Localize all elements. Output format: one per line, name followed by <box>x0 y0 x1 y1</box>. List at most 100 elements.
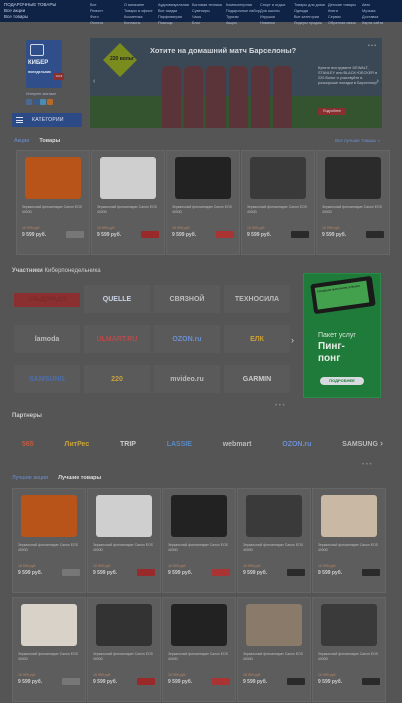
brand-logo[interactable]: ULMART.RU <box>84 325 150 353</box>
site-logo[interactable]: КИБЕР понедельник 2018 <box>26 40 64 88</box>
all-best-products-link[interactable]: Все лучшие товары » <box>335 138 380 143</box>
top-menu: Все О магазине Аудиовизуальная Бытовая техн… <box>90 2 400 26</box>
product-image[interactable] <box>21 604 77 646</box>
product-name[interactable]: Зеркальный фотоаппарат Canon EOS 4000D <box>318 543 382 552</box>
banner-more-button[interactable]: Подробнее <box>318 108 346 115</box>
partners-pagination[interactable]: • • • <box>362 462 372 468</box>
banner-dots[interactable]: • • • <box>368 43 376 49</box>
product-card[interactable]: Зеркальный фотоаппарат Canon EOS 4000D 16… <box>12 488 86 593</box>
product-name[interactable]: Зеркальный фотоаппарат Canon EOS 4000D <box>93 652 157 661</box>
brand-logo[interactable]: ТЕХНОСИЛА <box>224 285 290 313</box>
product-image[interactable] <box>96 604 152 646</box>
product-card[interactable]: Зеркальный фотоаппарат Canon EOS 4000D 16… <box>312 597 386 702</box>
top-menu-item[interactable]: Оплата <box>90 20 124 26</box>
tab-best-promotions[interactable]: Лучшие акции <box>12 475 48 481</box>
top-menu-item[interactable]: Помощь <box>158 20 192 26</box>
chevron-right-icon[interactable]: › <box>377 78 379 85</box>
product-card[interactable]: Зеркальный фотоаппарат Canon EOS 4000D 16… <box>312 488 386 593</box>
product-image[interactable] <box>246 495 302 537</box>
product-name[interactable]: Зеркальный фотоаппарат Canon EOS 4000D <box>243 543 307 552</box>
product-image[interactable] <box>321 604 377 646</box>
chevron-right-icon[interactable]: › <box>380 438 383 448</box>
product-image[interactable] <box>171 495 227 537</box>
product-old-price: 16 999 руб. <box>18 564 37 568</box>
product-name[interactable]: Зеркальный фотоаппарат Canon EOS 4000D <box>93 543 157 552</box>
brand-logo[interactable]: lamoda <box>14 325 80 353</box>
product-card[interactable]: Зеркальный фотоаппарат Canon EOS 4000D 16… <box>237 488 311 593</box>
product-image[interactable] <box>96 495 152 537</box>
product-image[interactable] <box>171 604 227 646</box>
product-name[interactable]: Зеркальный фотоаппарат Canon EOS 4000D <box>243 652 307 661</box>
promo-banner[interactable]: 220 вольт Хотите на домашний матч Барсел… <box>90 38 382 128</box>
product-image[interactable] <box>321 495 377 537</box>
brand-logo[interactable]: ЕЛК <box>224 325 290 353</box>
brand-logo[interactable]: СВЯЗНОЙ <box>154 285 220 313</box>
product-name[interactable]: Зеркальный фотоаппарат Canon EOS 4000D <box>18 652 82 661</box>
product-image[interactable] <box>246 604 302 646</box>
product-card[interactable]: Зеркальный фотоаппарат Canon EOS 4000D 16… <box>87 488 161 593</box>
partner-logo[interactable]: SAMSUNG <box>342 441 378 448</box>
brand-logo[interactable]: ЭЛЬДОРАДО <box>14 293 80 307</box>
twitter-icon[interactable] <box>40 99 46 105</box>
partner-logo[interactable]: OZON.ru <box>282 441 311 448</box>
product-card[interactable]: Зеркальный фотоаппарат Canon EOS 4000D 16… <box>12 597 86 702</box>
product-name[interactable]: Зеркальный фотоаппарат Canon EOS 4000D <box>322 205 386 214</box>
product-card[interactable]: Зеркальный фотоаппарат Canon EOS 4000D 16… <box>87 597 161 702</box>
product-name[interactable]: Зеркальный фотоаппарат Canon EOS 4000D <box>18 543 82 552</box>
ok-icon[interactable] <box>47 99 53 105</box>
product-card[interactable]: Зеркальный фотоаппарат Canon EOS 4000D 16… <box>237 597 311 702</box>
product-name[interactable]: Зеркальный фотоаппарат Canon EOS 4000D <box>168 652 232 661</box>
chevron-right-icon[interactable]: › <box>291 335 294 345</box>
top-menu-item[interactable]: Новинки <box>260 20 294 26</box>
partner-logo[interactable]: 565 <box>22 441 34 448</box>
ping-pong-ad[interactable]: Операция выполнена успешно Пакет услуг П… <box>303 273 381 398</box>
vk-icon[interactable] <box>26 99 32 105</box>
brand-logo[interactable]: 220 <box>84 365 150 393</box>
top-menu-item[interactable]: Лидеры продаж <box>294 20 328 26</box>
product-price: 9 599 руб. <box>97 232 122 238</box>
brand-logo[interactable]: GARMIN <box>224 365 290 393</box>
top-menu-item[interactable]: Контакты <box>124 20 158 26</box>
product-image[interactable] <box>25 157 81 199</box>
partner-logo[interactable]: LASSIE <box>167 441 192 448</box>
top-menu-item[interactable]: Обратная связь <box>328 20 362 26</box>
product-card[interactable]: Зеркальный фотоаппарат Canon EOS 4000D 16… <box>166 150 240 255</box>
partner-logo[interactable]: ЛитРес <box>64 441 89 448</box>
product-image[interactable] <box>100 157 156 199</box>
product-card[interactable]: Зеркальный фотоаппарат Canon EOS 4000D 16… <box>316 150 390 255</box>
brand-logo[interactable]: SAMSUNG <box>14 365 80 393</box>
product-card[interactable]: Зеркальный фотоаппарат Canon EOS 4000D 16… <box>91 150 165 255</box>
product-image[interactable] <box>250 157 306 199</box>
partner-logo[interactable]: TRIP <box>120 441 136 448</box>
product-name[interactable]: Зеркальный фотоаппарат Canon EOS 4000D <box>172 205 236 214</box>
top-menu-item[interactable]: Акции <box>226 20 260 26</box>
brands-pagination[interactable]: • • • <box>275 403 285 409</box>
product-card[interactable]: Зеркальный фотоаппарат Canon EOS 4000D 16… <box>16 150 90 255</box>
chevron-left-icon[interactable]: ‹ <box>93 78 95 85</box>
product-name[interactable]: Зеркальный фотоаппарат Canon EOS 4000D <box>22 205 86 214</box>
brand-logo[interactable]: OZON.ru <box>154 325 220 353</box>
product-name[interactable]: Зеркальный фотоаппарат Canon EOS 4000D <box>318 652 382 661</box>
product-card[interactable]: Зеркальный фотоаппарат Canon EOS 4000D 16… <box>241 150 315 255</box>
ad-more-button[interactable]: ПОДРОБНЕЕ <box>320 377 364 385</box>
brand-logo[interactable]: QUELLE <box>84 285 150 313</box>
tab-products[interactable]: Товары <box>39 138 60 144</box>
discount-badge <box>287 569 305 576</box>
facebook-icon[interactable] <box>33 99 39 105</box>
all-products-link[interactable]: Все товары <box>4 14 60 20</box>
product-name[interactable]: Зеркальный фотоаппарат Canon EOS 4000D <box>247 205 311 214</box>
categories-button[interactable]: КАТЕГОРИИ <box>12 113 82 127</box>
product-image[interactable] <box>21 495 77 537</box>
tab-promotions[interactable]: Акции <box>14 138 29 144</box>
partner-logo[interactable]: webmart <box>223 441 252 448</box>
product-card[interactable]: Зеркальный фотоаппарат Canon EOS 4000D 16… <box>162 488 236 593</box>
tab-best-products[interactable]: Лучшие товары <box>58 475 101 481</box>
top-menu-item[interactable]: Блог <box>192 20 226 26</box>
brand-logo[interactable]: mvideo.ru <box>154 365 220 393</box>
product-name[interactable]: Зеркальный фотоаппарат Canon EOS 4000D <box>97 205 161 214</box>
top-menu-item[interactable]: Карта сайта <box>362 20 396 26</box>
product-image[interactable] <box>175 157 231 199</box>
product-card[interactable]: Зеркальный фотоаппарат Canon EOS 4000D 16… <box>162 597 236 702</box>
product-name[interactable]: Зеркальный фотоаппарат Canon EOS 4000D <box>168 543 232 552</box>
product-image[interactable] <box>325 157 381 199</box>
